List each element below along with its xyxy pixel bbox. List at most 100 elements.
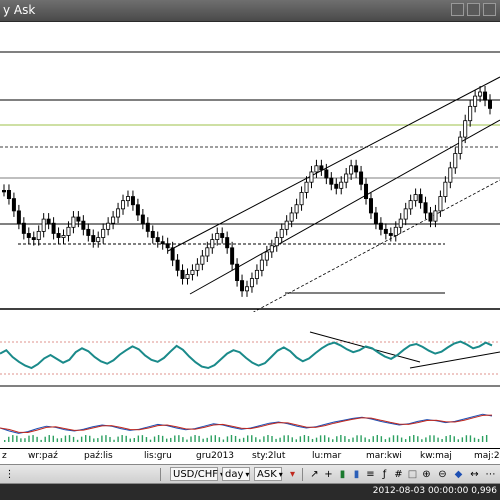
close-button[interactable]: [483, 3, 496, 16]
scroll-icon[interactable]: ◆: [452, 468, 465, 481]
volume-bar: [417, 436, 419, 442]
candle-body: [378, 222, 383, 230]
zoom-out-icon[interactable]: ⊖: [436, 468, 449, 481]
zoom-in-icon[interactable]: ⊕: [420, 468, 433, 481]
volume-bar: [425, 437, 427, 442]
settings-icon[interactable]: ⋯: [484, 468, 497, 481]
candle-body: [463, 120, 468, 138]
candle-body: [423, 202, 428, 214]
volume-bar: [481, 436, 484, 442]
maximize-button[interactable]: [467, 3, 480, 16]
volume-bar: [226, 436, 229, 442]
x-axis-label: lu:mar: [312, 451, 342, 461]
candle-body: [220, 233, 225, 238]
volume-bar: [449, 435, 451, 442]
rsi-panel[interactable]: [0, 312, 500, 387]
side-select[interactable]: ASK ▾: [254, 467, 283, 481]
volume-bar: [157, 435, 160, 442]
grip-icon: ⋮: [4, 469, 15, 480]
volume-bar: [360, 435, 362, 442]
alert-icon[interactable]: ▾: [286, 468, 299, 481]
grid-icon[interactable]: #: [392, 468, 405, 481]
candle-body: [398, 218, 403, 228]
volume-bar: [372, 436, 374, 442]
volume-bar: [149, 439, 152, 442]
candle-body: [329, 177, 334, 185]
volume-bar: [453, 436, 455, 442]
candle-body: [279, 228, 284, 238]
volume-bar: [89, 435, 91, 442]
volume-bar: [356, 435, 358, 442]
volume-bar: [477, 438, 480, 442]
price-panel[interactable]: [0, 22, 500, 323]
candle-body: [190, 269, 195, 275]
candle-body: [443, 181, 448, 197]
candle-body: [448, 167, 453, 183]
candle-body: [81, 220, 86, 230]
volume-bar: [429, 435, 431, 442]
bar-chart-icon[interactable]: ▮: [350, 468, 363, 481]
volume-bar: [275, 438, 277, 442]
volume-bar: [328, 437, 330, 442]
price-panel-background: [0, 22, 500, 312]
candle-body: [155, 237, 160, 243]
candle-body: [473, 95, 478, 107]
symbol-select-value: USD/CHF: [173, 469, 218, 480]
volume-bar: [113, 439, 115, 442]
cursor-icon[interactable]: +: [322, 468, 335, 481]
candle-body: [294, 204, 299, 214]
candle-body: [225, 237, 230, 249]
volume-bar: [279, 437, 281, 442]
candle-chart-icon[interactable]: ▮: [336, 468, 349, 481]
candle-body: [249, 278, 254, 288]
volume-bar: [303, 435, 306, 442]
volume-bar: [352, 437, 354, 442]
stochastic-panel[interactable]: [0, 388, 500, 448]
volume-bar: [129, 438, 131, 442]
line-tool-icon[interactable]: ↗: [308, 468, 321, 481]
x-axis-label: z: [2, 451, 7, 461]
volume-bar: [344, 436, 346, 442]
candle-body: [428, 212, 433, 222]
candle-body: [304, 181, 309, 193]
candle-body: [185, 274, 190, 279]
template-icon[interactable]: □: [406, 468, 419, 481]
x-axis-label: wr:paź: [28, 451, 58, 461]
window-titlebar: y Ask: [0, 0, 500, 22]
volume-bar: [117, 436, 119, 442]
volume-bar: [133, 438, 135, 442]
candle-body: [373, 212, 378, 224]
volume-bar: [409, 436, 411, 442]
candle-body: [383, 228, 388, 234]
candle-body: [116, 208, 121, 218]
indicator-icon[interactable]: ƒ: [378, 468, 391, 481]
candle-body: [344, 173, 349, 183]
period-select[interactable]: day ▾: [222, 467, 250, 481]
volume-bar: [364, 437, 366, 442]
volume-bar: [247, 435, 249, 442]
period-icon[interactable]: ≡: [364, 468, 377, 481]
side-select-value: ASK: [257, 469, 277, 480]
volume-bar: [271, 436, 273, 442]
candle-body: [413, 194, 418, 202]
autoscroll-icon[interactable]: ↔: [468, 468, 481, 481]
candle-body: [438, 196, 443, 212]
volume-bar: [52, 435, 54, 442]
symbol-select[interactable]: USD/CHF▾: [170, 467, 224, 481]
volume-bar: [202, 438, 204, 442]
candle-body: [71, 216, 76, 228]
chevron-down-icon: ▾: [278, 470, 283, 479]
volume-bar: [210, 435, 212, 442]
candle-body: [56, 233, 61, 238]
volume-bar: [24, 438, 26, 442]
minimize-button[interactable]: [451, 3, 464, 16]
candle-body: [483, 91, 488, 101]
volume-bar: [465, 435, 468, 442]
candle-body: [418, 194, 423, 204]
candle-body: [180, 269, 185, 279]
volume-bar: [380, 436, 383, 442]
chart-area[interactable]: [0, 22, 500, 448]
volume-bar: [97, 438, 99, 442]
volume-bar: [85, 435, 87, 442]
volume-bar: [287, 435, 289, 442]
